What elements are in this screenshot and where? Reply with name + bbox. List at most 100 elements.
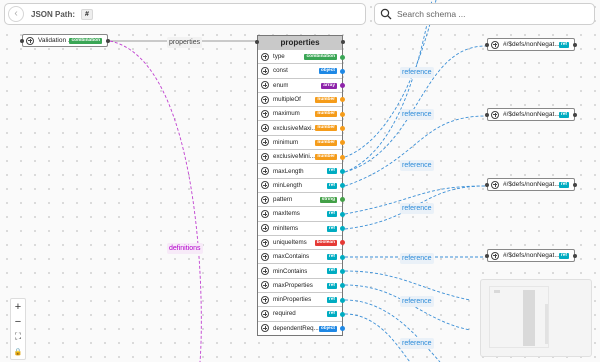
property-row[interactable]: pattern string <box>258 191 345 207</box>
type-badge: string <box>319 196 337 203</box>
property-row[interactable]: exclusiveMaxi... number <box>258 120 345 135</box>
type-badge: ref <box>326 268 337 275</box>
ref-node[interactable]: #/$defs/nonNegat... ref <box>485 178 577 191</box>
property-name: dependentReq... <box>273 324 319 332</box>
properties-node[interactable]: properties type combination const object enu… <box>255 35 345 336</box>
expand-icon[interactable] <box>261 324 269 333</box>
json-path-label: JSON Path: <box>31 9 76 19</box>
back-arrow-icon[interactable]: ‹ <box>8 6 24 22</box>
output-port[interactable] <box>340 268 345 274</box>
edge-label-reference-5: reference <box>400 253 434 264</box>
ref-node[interactable]: #/$defs/nonNegat... ref <box>485 38 577 51</box>
expand-icon[interactable] <box>261 181 269 190</box>
expand-icon[interactable] <box>491 180 499 189</box>
property-name: uniqueItems <box>273 239 307 246</box>
fit-view-button[interactable]: ⛶ <box>11 329 25 344</box>
expand-icon[interactable] <box>261 252 269 261</box>
output-port[interactable] <box>340 254 345 260</box>
expand-icon[interactable] <box>261 109 269 118</box>
output-port[interactable] <box>340 111 345 117</box>
type-badge: boolean <box>314 239 337 246</box>
property-name: minContains <box>273 267 308 275</box>
expand-icon[interactable] <box>261 95 269 104</box>
output-port[interactable] <box>340 54 345 60</box>
property-row[interactable]: maxItems ref <box>258 206 345 221</box>
edge-definitions <box>109 40 202 362</box>
expand-icon[interactable] <box>261 238 269 247</box>
output-port[interactable] <box>340 311 345 317</box>
edge-ref-minlength <box>344 115 487 187</box>
property-name: required <box>273 310 296 318</box>
expand-icon[interactable] <box>261 267 269 276</box>
expand-icon[interactable] <box>261 309 269 318</box>
expand-icon[interactable] <box>491 251 499 260</box>
expand-icon[interactable] <box>26 36 34 45</box>
expand-icon[interactable] <box>261 66 269 75</box>
property-row[interactable]: multipleOf number <box>258 91 345 107</box>
property-name: multipleOf <box>273 96 301 104</box>
root-node[interactable]: Validation ... combination <box>20 34 110 47</box>
expand-icon[interactable] <box>261 124 269 133</box>
property-name: const <box>273 67 288 75</box>
minimap[interactable] <box>480 279 592 357</box>
root-node-badge: combination <box>69 37 102 44</box>
property-row[interactable]: maxLength ref <box>258 163 345 178</box>
property-row[interactable]: type combination <box>258 49 345 64</box>
properties-node-title: properties <box>280 38 320 47</box>
expand-icon[interactable] <box>261 138 269 147</box>
ref-node[interactable]: #/$defs/nonNegat... ref <box>485 108 577 121</box>
search-input[interactable] <box>397 9 587 19</box>
type-badge: ref <box>326 297 337 304</box>
type-badge: ref <box>326 182 337 189</box>
expand-icon[interactable] <box>261 224 269 233</box>
zoom-in-button[interactable]: + <box>11 299 25 314</box>
lock-button[interactable]: 🔒 <box>11 344 25 359</box>
zoom-out-button[interactable]: − <box>11 314 25 329</box>
expand-icon[interactable] <box>261 81 269 90</box>
property-row[interactable]: minProperties ref <box>258 292 345 307</box>
output-port[interactable] <box>340 211 345 217</box>
expand-icon[interactable] <box>261 152 269 161</box>
type-badge: ref <box>326 211 337 218</box>
output-port[interactable] <box>340 125 345 131</box>
search-bar[interactable] <box>374 3 595 25</box>
property-row[interactable]: minimum number <box>258 134 345 150</box>
type-badge: array <box>321 82 337 89</box>
expand-icon[interactable] <box>261 167 269 176</box>
property-row[interactable]: exclusiveMini... number <box>258 149 345 164</box>
expand-icon[interactable] <box>261 195 269 204</box>
property-row[interactable]: minLength ref <box>258 177 345 192</box>
expand-icon[interactable] <box>491 40 499 49</box>
type-badge: ref <box>326 168 337 175</box>
output-port[interactable] <box>340 154 345 160</box>
property-row[interactable]: maxContains ref <box>258 249 345 264</box>
expand-icon[interactable] <box>491 110 499 119</box>
output-port[interactable] <box>340 168 345 174</box>
property-name: maxContains <box>273 253 310 261</box>
ref-node-label: #/$defs/nonNegat... <box>503 41 560 48</box>
expand-icon[interactable] <box>261 209 269 218</box>
expand-icon[interactable] <box>261 52 269 61</box>
output-port[interactable] <box>340 297 345 303</box>
expand-icon[interactable] <box>261 295 269 304</box>
property-row[interactable]: minItems ref <box>258 220 345 235</box>
type-badge: number <box>315 125 337 132</box>
property-name: maximum <box>273 110 300 118</box>
ref-badge: ref <box>558 41 569 48</box>
output-port[interactable] <box>340 68 345 74</box>
property-row[interactable]: enum array <box>258 77 345 92</box>
property-row[interactable]: uniqueItems boolean <box>258 234 345 250</box>
property-row[interactable]: dependentReq... object <box>258 320 345 335</box>
expand-icon[interactable] <box>261 281 269 290</box>
port-in <box>485 113 489 117</box>
property-row[interactable]: maxProperties ref <box>258 277 345 293</box>
json-path-value[interactable]: # <box>81 8 93 20</box>
property-row[interactable]: minContains ref <box>258 263 345 278</box>
property-row[interactable]: maximum number <box>258 106 345 121</box>
edge-label-reference-3: reference <box>400 160 434 171</box>
property-row[interactable]: const object <box>258 63 345 78</box>
ref-node[interactable]: #/$defs/nonNegat... ref <box>485 249 577 262</box>
type-badge: ref <box>326 254 337 261</box>
type-badge: number <box>315 154 337 161</box>
property-row[interactable]: required ref <box>258 306 345 321</box>
